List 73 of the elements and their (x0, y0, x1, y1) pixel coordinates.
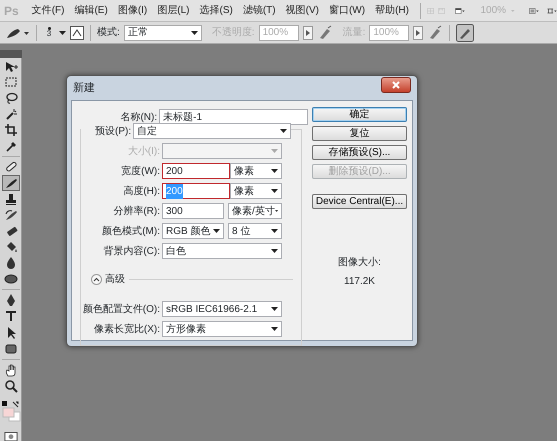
section-label: 高级 (105, 272, 125, 286)
unit-dropdown[interactable]: 像素 (230, 183, 282, 199)
field-label: 宽度(W): (120, 164, 161, 178)
type-tool-icon (4, 309, 18, 324)
caret-icon (271, 229, 278, 233)
color-mode-dropdown[interactable]: RGB 颜色 (162, 223, 224, 239)
caret-icon (271, 307, 278, 311)
menu-item[interactable]: 滤镜(T) (238, 3, 281, 18)
caret-icon (190, 30, 198, 34)
menu-item[interactable]: 帮助(H) (370, 3, 414, 18)
caret-icon (280, 129, 288, 133)
menu-item[interactable]: 图层(L) (152, 3, 194, 18)
caret-icon (271, 249, 278, 253)
field-label: 大小(I): (126, 144, 161, 158)
caret-icon (213, 229, 220, 233)
app-logo: Ps (3, 2, 20, 20)
dropdown[interactable]: sRGB IEC61966-2.1 (162, 301, 282, 317)
caret-icon (274, 209, 278, 213)
image-size-value: 117.2K (343, 275, 376, 289)
bit-depth-dropdown[interactable]: 8 位 (228, 223, 282, 239)
field-label: 背景内容(C): (102, 244, 161, 258)
brush-tip-icon (48, 27, 50, 30)
marquee-tool-icon (4, 74, 18, 89)
unit-dropdown[interactable]: 像素/英寸 (228, 203, 282, 219)
input-field[interactable]: 200 (162, 163, 230, 179)
lasso-tool-icon (4, 90, 18, 105)
mode-label: 模式: (97, 26, 120, 40)
quick-mask-icon[interactable] (4, 432, 18, 441)
menu-item[interactable]: 文件(F) (26, 3, 70, 18)
brush-size[interactable]: 3 (43, 27, 55, 38)
stamp-icon (4, 192, 18, 206)
zoom-icon (4, 378, 18, 393)
field-label: 名称(N): (119, 110, 158, 124)
field-label: 颜色配置文件(O): (82, 302, 161, 316)
preset-dropdown[interactable]: 自定 (133, 123, 292, 139)
menu-item[interactable]: 选择(S) (194, 3, 238, 18)
dropdown[interactable]: 方形像素 (162, 321, 282, 337)
field-label: 颜色模式(M): (101, 224, 161, 238)
unit-dropdown[interactable]: 像素 (230, 163, 282, 179)
field-label: 预设(P): (81, 124, 134, 138)
menu-item[interactable]: 图像(I) (112, 3, 152, 18)
caret-icon (271, 327, 278, 331)
menu-item[interactable]: 窗口(W) (324, 3, 370, 18)
collapse-icon[interactable] (91, 274, 102, 284)
history-brush-icon (4, 208, 18, 222)
hand-icon (4, 362, 18, 377)
image-size-label: 图像大小: (337, 256, 382, 270)
dialog-title: 新建 (73, 80, 95, 96)
caret-icon (59, 30, 66, 34)
dialog-button[interactable]: Device Central(E)... (312, 194, 407, 209)
menu-item[interactable]: 视图(V) (280, 3, 324, 18)
color-swatches-icon[interactable] (0, 400, 20, 422)
magic-wand-icon (4, 106, 18, 121)
field-label: 分辨率(R): (112, 204, 161, 218)
caret-icon (511, 8, 515, 12)
input-field[interactable]: 300 (162, 203, 224, 219)
dialog-button[interactable]: 存储预设(S)... (312, 145, 407, 160)
menu-item[interactable]: 编辑(E) (69, 3, 113, 18)
panel-header (0, 50, 22, 58)
caret-icon (271, 169, 278, 173)
crop-tool-icon (4, 122, 18, 137)
caret-icon (271, 149, 278, 153)
field-label: 像素长宽比(X): (92, 322, 161, 336)
close-button[interactable] (381, 77, 411, 93)
field-label: 高度(H): (122, 184, 161, 198)
close-icon (392, 81, 400, 89)
mode-dropdown[interactable]: 正常 (124, 24, 202, 40)
tool-button[interactable] (2, 174, 20, 191)
caret-icon (271, 189, 278, 193)
dropdown[interactable]: 白色 (162, 243, 282, 259)
ok-button[interactable]: 确定 (312, 107, 407, 122)
rounded-rectangle-icon (4, 342, 18, 356)
dialog-button[interactable]: 复位 (312, 126, 407, 141)
